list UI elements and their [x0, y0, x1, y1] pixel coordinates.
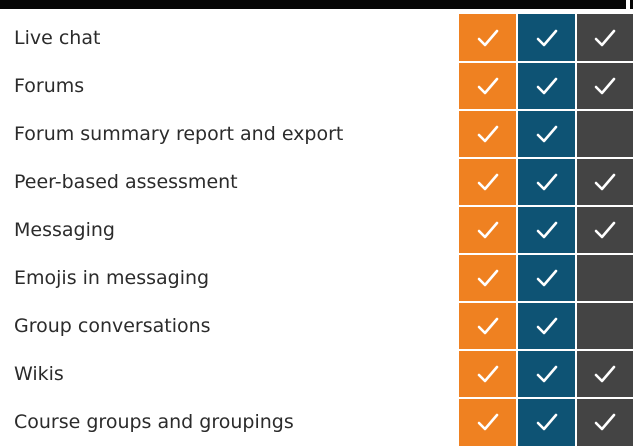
check-icon — [536, 365, 557, 383]
row-divider — [0, 109, 633, 111]
feature-label: Live chat — [14, 27, 101, 49]
feature-comparison-table: Live chat Forums Forum summary report an… — [0, 0, 633, 446]
feature-label: Peer-based assessment — [14, 171, 238, 193]
check-teal — [518, 62, 575, 110]
check-icon — [477, 173, 498, 191]
row-divider — [0, 61, 633, 63]
check-icon — [536, 125, 557, 143]
check-icon — [477, 413, 498, 431]
feature-label: Wikis — [14, 363, 64, 385]
header-bar — [0, 0, 633, 9]
row-divider — [0, 301, 633, 303]
check-orange — [459, 14, 516, 62]
check-icon — [536, 413, 557, 431]
check-dark — [577, 350, 633, 398]
check-icon — [594, 29, 616, 47]
check-dark — [577, 302, 633, 350]
check-dark — [577, 398, 633, 446]
check-teal — [518, 350, 575, 398]
row-divider — [0, 253, 633, 255]
check-teal — [518, 110, 575, 158]
check-orange — [459, 302, 516, 350]
check-dark — [577, 14, 633, 62]
feature-row: Live chat — [0, 14, 633, 63]
feature-row: Emojis in messaging — [0, 254, 633, 303]
row-divider — [0, 205, 633, 207]
check-icon — [594, 221, 616, 239]
check-icon — [594, 365, 616, 383]
check-icon — [536, 77, 557, 95]
check-icon — [477, 269, 498, 287]
feature-label: Group conversations — [14, 315, 211, 337]
check-icon — [536, 221, 557, 239]
check-dark — [577, 62, 633, 110]
feature-label: Forums — [14, 75, 85, 97]
feature-row: Group conversations — [0, 302, 633, 351]
check-dark — [577, 158, 633, 206]
check-icon — [477, 29, 498, 47]
check-icon — [594, 413, 616, 431]
feature-rows: Live chat Forums Forum summary report an… — [0, 14, 633, 446]
check-orange — [459, 206, 516, 254]
feature-row: Course groups and groupings — [0, 398, 633, 446]
row-divider — [0, 349, 633, 351]
check-icon — [477, 365, 498, 383]
feature-label: Course groups and groupings — [14, 411, 294, 433]
feature-row: Messaging — [0, 206, 633, 255]
check-orange — [459, 110, 516, 158]
check-orange — [459, 398, 516, 446]
feature-row: Peer-based assessment — [0, 158, 633, 207]
check-teal — [518, 206, 575, 254]
check-icon — [536, 173, 557, 191]
row-divider — [0, 157, 633, 159]
check-teal — [518, 398, 575, 446]
check-orange — [459, 350, 516, 398]
check-icon — [536, 269, 557, 287]
check-orange — [459, 254, 516, 302]
feature-row: Forum summary report and export — [0, 110, 633, 159]
check-icon — [477, 221, 498, 239]
header-bar-mark — [626, 0, 630, 9]
check-icon — [477, 77, 498, 95]
check-teal — [518, 14, 575, 62]
feature-label: Messaging — [14, 219, 115, 241]
check-icon — [536, 29, 557, 47]
check-icon — [594, 173, 616, 191]
feature-label: Forum summary report and export — [14, 123, 344, 145]
check-orange — [459, 158, 516, 206]
check-dark — [577, 254, 633, 302]
feature-row: Wikis — [0, 350, 633, 399]
check-teal — [518, 254, 575, 302]
check-icon — [536, 317, 557, 335]
check-teal — [518, 158, 575, 206]
check-orange — [459, 62, 516, 110]
feature-row: Forums — [0, 62, 633, 111]
check-dark — [577, 206, 633, 254]
check-dark — [577, 110, 633, 158]
row-divider — [0, 397, 633, 399]
check-icon — [477, 125, 498, 143]
check-teal — [518, 302, 575, 350]
check-icon — [477, 317, 498, 335]
check-icon — [594, 77, 616, 95]
feature-label: Emojis in messaging — [14, 267, 210, 289]
